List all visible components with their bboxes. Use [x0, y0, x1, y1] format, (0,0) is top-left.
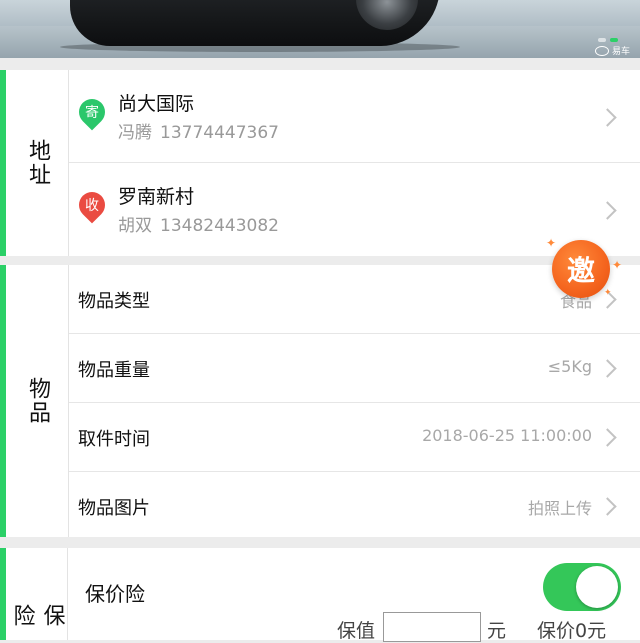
item-photo-label: 物品图片	[78, 498, 150, 519]
pickup-time-value: 2018-06-25 11:00:00	[422, 426, 592, 445]
receiver-pin-char: 收	[85, 198, 99, 214]
pickup-time-label: 取件时间	[78, 429, 150, 450]
item-section-label: 物品	[6, 265, 69, 537]
sender-contact: 冯腾 13774447367	[118, 118, 279, 143]
invite-badge[interactable]: 邀	[552, 240, 610, 298]
carousel-indicator	[598, 38, 618, 42]
item-weight-value: ≤5Kg	[547, 357, 592, 376]
sender-place: 尚大国际	[118, 93, 195, 115]
sender-address-row[interactable]: 寄 尚大国际 冯腾 13774447367	[69, 70, 640, 163]
item-type-label: 物品类型	[78, 291, 150, 312]
brand-logo-text: 易车	[611, 47, 630, 57]
receiver-place: 罗南新村	[118, 186, 195, 208]
declared-value-label: 保值	[337, 620, 376, 642]
sender-contact-name: 冯腾	[118, 123, 152, 143]
sparkle-icon: ✦	[546, 236, 557, 250]
insurance-premium: 保价0元	[537, 620, 607, 642]
insurance-section-label: 保险	[6, 548, 68, 640]
pickup-time-row[interactable]: 取件时间 2018-06-25 11:00:00	[69, 403, 640, 472]
chevron-right-icon	[598, 201, 617, 220]
receiver-contact-name: 胡双	[118, 216, 152, 236]
sender-pin-char: 寄	[85, 105, 99, 121]
sparkle-icon: ✦	[604, 288, 612, 298]
insurance-title: 保价险	[85, 582, 145, 606]
declared-value-input[interactable]	[383, 612, 481, 642]
item-section: 物品 物品类型 食品 物品重量 ≤5Kg 取件时间 2018-06-25 11:…	[0, 265, 640, 537]
carousel-dot-active	[610, 38, 618, 42]
item-photo-value: 拍照上传	[527, 499, 592, 518]
sender-phone: 13774447367	[160, 123, 279, 143]
item-weight-row[interactable]: 物品重量 ≤5Kg	[69, 334, 640, 403]
address-section-label: 地址	[6, 70, 69, 256]
carousel-dot	[598, 38, 606, 42]
insurance-toggle[interactable]	[543, 563, 621, 611]
promo-banner[interactable]: 易车	[0, 0, 640, 58]
item-weight-label: 物品重量	[78, 360, 150, 381]
toggle-knob	[576, 566, 618, 608]
sparkle-icon: ✦	[612, 258, 623, 272]
chevron-right-icon	[598, 497, 617, 516]
declared-value-unit: 元	[487, 620, 507, 642]
brand-logo: 易车	[594, 44, 630, 57]
item-photo-row[interactable]: 物品图片 拍照上传	[69, 472, 640, 540]
address-section: 地址 寄 尚大国际 冯腾 13774447367 收 罗南新村 胡双 1348244…	[0, 70, 640, 256]
chevron-right-icon	[598, 108, 617, 127]
receiver-contact: 胡双 13482443082	[118, 211, 279, 236]
brand-logo-icon	[594, 45, 609, 56]
receiver-phone: 13482443082	[160, 216, 279, 236]
chevron-right-icon	[598, 359, 617, 378]
chevron-right-icon	[598, 428, 617, 447]
